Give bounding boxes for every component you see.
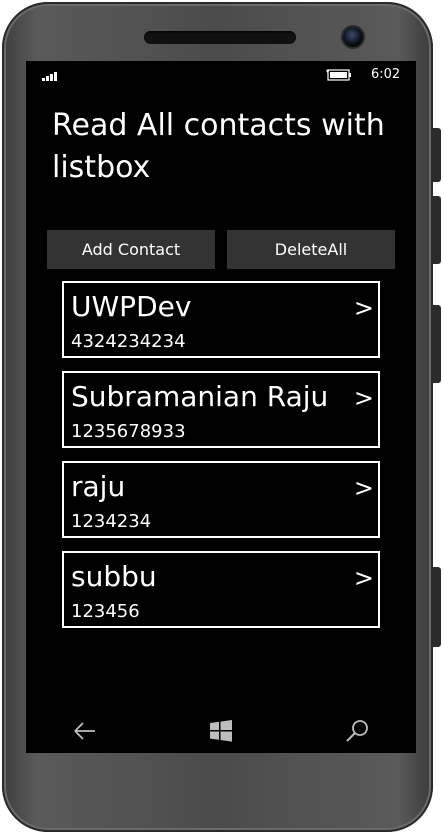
earpiece-speaker [144,31,296,44]
contact-name: raju [71,470,126,503]
list-item[interactable]: subbu > 123456 [62,551,380,628]
volume-up-button [433,128,441,182]
signal-icon [42,72,57,81]
navigation-bar [26,709,416,753]
volume-down-button [433,196,441,264]
status-bar: 6:02 [26,61,416,89]
list-item[interactable]: UWPDev > 4324234234 [62,281,380,358]
contact-phone: 1235678933 [71,421,186,442]
chevron-right-icon: > [353,384,374,412]
power-button [433,305,441,383]
chevron-right-icon: > [353,294,374,322]
contact-name: UWPDev [71,290,192,323]
phone-frame: 6:02 Read All contacts with listbox Add … [2,2,433,832]
contact-name: subbu [71,560,157,593]
windows-logo-icon[interactable] [207,717,235,745]
status-time: 6:02 [371,67,401,82]
chevron-right-icon: > [353,564,374,592]
list-item[interactable]: raju > 1234234 [62,461,380,538]
delete-all-label: DeleteAll [274,240,348,259]
delete-all-button[interactable]: DeleteAll [227,230,395,269]
add-contact-button[interactable]: Add Contact [47,230,215,269]
contact-phone: 123456 [71,601,140,622]
camera-button [433,567,441,647]
contacts-listbox[interactable]: UWPDev > 4324234234 Subramanian Raju > 1… [62,281,380,641]
page-title: Read All contacts with listbox [52,108,385,185]
back-arrow-icon[interactable] [71,717,99,745]
contact-phone: 4324234234 [71,331,186,352]
add-contact-label: Add Contact [81,240,181,259]
chevron-right-icon: > [353,474,374,502]
contact-name: Subramanian Raju [71,380,329,413]
list-item[interactable]: Subramanian Raju > 1235678933 [62,371,380,448]
contact-phone: 1234234 [71,511,152,532]
front-camera [343,27,363,47]
search-icon[interactable] [343,717,371,745]
phone-screen: 6:02 Read All contacts with listbox Add … [26,61,416,753]
battery-icon [326,69,351,81]
